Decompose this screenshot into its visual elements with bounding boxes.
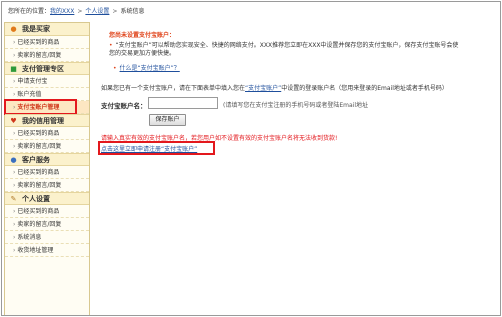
instruction-text: 如果您已有一个支付宝账户，请在下面表单中填入您在“支付宝账户”中设置的登录账户名… (101, 85, 448, 92)
arrow-icon: › (13, 234, 16, 241)
breadcrumb-separator: > (77, 8, 83, 15)
breadcrumb: 您所在的位置：我的XXX > 个人设置 > 系统信息 (8, 7, 144, 16)
save-account-button[interactable]: 保存账户 (149, 114, 186, 126)
breadcrumb-prefix: 您所在的位置： (8, 8, 51, 15)
bullet-icon: • (109, 42, 113, 49)
sidebar-item-seller-messages[interactable]: › 卖家的留言/回复 (5, 179, 89, 192)
sidebar-section-title: 我的信用管理 (22, 117, 64, 125)
alipay-account-input[interactable] (148, 97, 218, 109)
breadcrumb-home-link[interactable]: 我的XXX (50, 8, 74, 15)
sidebar-item-apply-alipay[interactable]: › 申请支付宝 (5, 75, 89, 88)
sidebar-item-bought[interactable]: › 已经买到的商品 (5, 36, 89, 49)
payment-icon: ■ (10, 65, 17, 73)
arrow-icon: › (13, 169, 16, 176)
sidebar-section-buyer[interactable]: ● 我是买家 (5, 23, 89, 36)
bullet-icon: • (113, 65, 117, 72)
settings-icon: ✎ (10, 195, 17, 203)
arrow-icon: › (13, 130, 16, 137)
arrow-icon: › (13, 39, 16, 46)
sidebar-item-alipay-account-manage[interactable]: › 支付宝账户管理 (4, 99, 89, 115)
sidebar: ● 我是买家 › 已经买到的商品 › 卖家的留言/回复 ■ 支付管理专区 › 申请支付… (4, 22, 90, 315)
main-content: 您尚未设置支付宝账户： • “支付宝账户”可以帮助您实现安全、快捷的网络支付。XX… (95, 26, 497, 166)
sidebar-section-title: 个人设置 (22, 195, 50, 203)
sidebar-item-seller-messages[interactable]: › 卖家的留言/回复 (5, 218, 89, 231)
sidebar-section-payment[interactable]: ■ 支付管理专区 (5, 62, 89, 75)
what-is-alipay-label[interactable]: 什么是“支付宝账户”？ (120, 65, 180, 72)
highlight-box (4, 99, 77, 115)
credit-icon: ♥ (10, 117, 17, 125)
buyer-icon: ● (10, 25, 17, 33)
sidebar-item-seller-messages[interactable]: › 卖家的留言/回复 (5, 49, 89, 62)
breadcrumb-personal-link[interactable]: 个人设置 (85, 8, 109, 15)
register-alipay-link[interactable]: 点击这里立即申请注册“支付宝账户” (101, 144, 197, 153)
breadcrumb-current: 系统信息 (120, 8, 145, 15)
sidebar-item-bought[interactable]: › 已经买到的商品 (5, 205, 89, 218)
what-is-alipay-link[interactable]: • 什么是“支付宝账户”？ (113, 63, 180, 72)
sidebar-section-title: 客户服务 (22, 156, 50, 164)
alipay-account-hint: (请填写您在支付宝注册的手机号码或者登陆Email地址 (223, 102, 368, 109)
sidebar-item-system-messages[interactable]: › 系统消息 (5, 231, 89, 244)
sidebar-item-bought[interactable]: › 已经买到的商品 (5, 127, 89, 140)
service-icon: ● (10, 156, 17, 164)
sidebar-section-title: 支付管理专区 (22, 65, 64, 73)
sidebar-section-credit[interactable]: ♥ 我的信用管理 (5, 114, 89, 127)
arrow-icon: › (13, 182, 16, 189)
arrow-icon: › (13, 247, 16, 254)
arrow-icon: › (13, 78, 16, 85)
arrow-icon: › (13, 143, 16, 150)
sidebar-item-address-manage[interactable]: › 收货地址管理 (5, 244, 89, 257)
arrow-icon: › (13, 91, 16, 98)
alipay-account-label: 支付宝账户名： (101, 102, 147, 110)
sidebar-section-service[interactable]: ● 客户服务 (5, 153, 89, 166)
notice-text: “支付宝账户”可以帮助您实现安全、快捷的网络支付。XXX推荐您立即在XXX中设置… (109, 42, 459, 57)
page-frame: 您所在的位置：我的XXX > 个人设置 > 系统信息 ● 我是买家 › 已经买到的商品 ›… (1, 1, 501, 316)
sidebar-section-settings[interactable]: ✎ 个人设置 (5, 192, 89, 205)
notice-title: 您尚未设置支付宝账户： (109, 32, 176, 39)
arrow-icon: › (13, 221, 16, 228)
arrow-icon: › (13, 208, 16, 215)
alipay-account-link[interactable]: “支付宝账户” (245, 85, 281, 92)
sidebar-section-title: 我是买家 (22, 25, 50, 33)
sidebar-item-seller-messages[interactable]: › 卖家的留言/回复 (5, 140, 89, 153)
sidebar-item-bought[interactable]: › 已经买到的商品 (5, 166, 89, 179)
breadcrumb-separator: > (112, 8, 118, 15)
arrow-icon: › (13, 52, 16, 59)
notice-body: • “支付宝账户”可以帮助您实现安全、快捷的网络支付。XXX推荐您立即在XXX中设… (109, 42, 459, 58)
